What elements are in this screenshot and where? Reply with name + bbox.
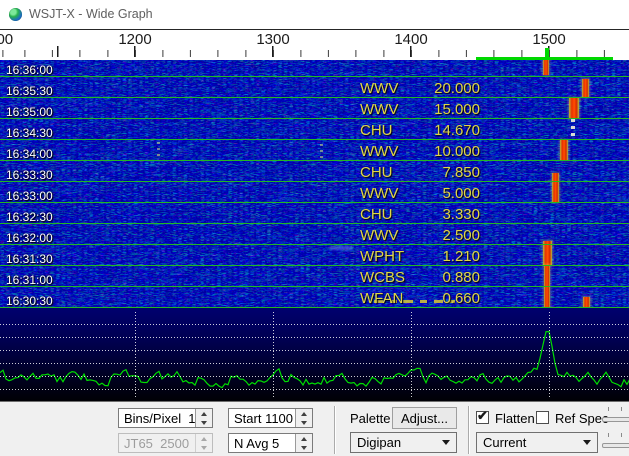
station-label: CHU7.850 xyxy=(360,166,480,180)
period-separator xyxy=(0,97,629,98)
time-label: 16:32:30 xyxy=(6,211,53,223)
gridline-vertical xyxy=(411,312,412,398)
gridline-horizontal xyxy=(0,350,629,351)
ref-spec-label: Ref Spec xyxy=(555,411,608,426)
slider-tick xyxy=(608,407,609,411)
station-label: WCBS0.880 xyxy=(360,271,480,285)
station-label: WWV10.000 xyxy=(360,145,480,159)
gridline-horizontal xyxy=(0,389,629,390)
period-separator xyxy=(0,265,629,266)
bins-per-pixel-spinbox[interactable]: Bins/Pixel 1 xyxy=(118,408,213,428)
signal-stripe xyxy=(582,79,589,97)
signal-stripe xyxy=(543,60,549,75)
ref-spec-checkbox[interactable] xyxy=(536,411,549,424)
spin-down-icon[interactable] xyxy=(196,418,212,427)
spin-down-icon xyxy=(196,443,212,452)
station-label: CHU3.330 xyxy=(360,208,480,222)
title-bar[interactable]: WSJT-X - Wide Graph xyxy=(0,0,629,29)
station-label: WWV5.000 xyxy=(360,187,480,201)
period-separator xyxy=(0,244,629,245)
gridline-horizontal xyxy=(0,337,629,338)
time-label: 16:33:00 xyxy=(6,190,53,202)
period-separator xyxy=(0,307,629,308)
spectrum-plot[interactable] xyxy=(0,308,629,401)
control-panel: Bins/Pixel 1 Start 1100 Hz JT65 2500 JT9… xyxy=(0,401,629,456)
rx-frequency-marker xyxy=(545,48,549,60)
n-avg-spinbox[interactable]: N Avg 5 xyxy=(228,433,313,453)
time-label: 16:35:00 xyxy=(6,106,53,118)
slider-tick xyxy=(621,433,622,437)
spectrum-trace xyxy=(0,308,629,401)
gain-slider[interactable] xyxy=(602,417,629,422)
station-label: WPHT1.210 xyxy=(360,250,480,264)
signal-stripe xyxy=(560,140,568,160)
zero-slider[interactable] xyxy=(602,443,629,448)
station-label: CHU14.670 xyxy=(360,124,480,138)
gridline-vertical xyxy=(135,312,136,398)
palette-adjust-button[interactable]: Adjust... xyxy=(392,407,457,429)
checkmark-icon: ✔ xyxy=(477,408,488,424)
gridline-horizontal xyxy=(0,376,629,377)
spectrum-display-combobox[interactable]: Current xyxy=(476,432,598,453)
signal-stripe xyxy=(552,173,559,202)
signal-stripe-weak xyxy=(571,119,575,139)
slider-tick xyxy=(608,433,609,437)
group-separator xyxy=(334,406,335,454)
palette-combobox[interactable]: Digipan xyxy=(350,432,457,453)
time-label: 16:31:30 xyxy=(6,253,53,265)
station-label: WWV20.000 xyxy=(360,82,480,96)
signal-trace-faint xyxy=(157,142,160,159)
wide-graph-window: WSJT-X - Wide Graph 1100 1200 1300 1400 … xyxy=(0,0,629,456)
period-separator xyxy=(0,160,629,161)
time-label: 16:34:00 xyxy=(6,148,53,160)
group-separator xyxy=(468,406,469,454)
station-label: WWV15.000 xyxy=(360,103,480,117)
time-label: 16:36:00 xyxy=(6,64,53,76)
chevron-down-icon xyxy=(577,440,597,445)
spin-up-icon[interactable] xyxy=(296,409,312,418)
signal-stripe xyxy=(569,98,579,118)
start-frequency-spinbox[interactable]: Start 1100 Hz xyxy=(228,408,313,428)
period-separator xyxy=(0,76,629,77)
period-separator xyxy=(0,118,629,119)
gridline-horizontal xyxy=(0,363,629,364)
waterfall-display[interactable]: 16:36:00 16:35:30 16:35:00 16:34:30 16:3… xyxy=(0,60,629,308)
scale-tick-marks xyxy=(0,46,629,57)
flatten-checkbox[interactable]: ✔ xyxy=(476,411,489,424)
palette-label: Palette xyxy=(350,411,390,426)
period-separator xyxy=(0,139,629,140)
station-label: WWV2.500 xyxy=(360,229,480,243)
period-separator xyxy=(0,223,629,224)
station-label: WFAN0.660 xyxy=(360,292,480,306)
spin-down-icon[interactable] xyxy=(296,418,312,427)
spin-up-icon[interactable] xyxy=(296,434,312,443)
gridline-vertical xyxy=(273,312,274,398)
slider-tick xyxy=(621,407,622,411)
jt65-jt9-split-spinbox: JT65 2500 JT9 xyxy=(118,433,213,453)
time-label: 16:33:30 xyxy=(6,169,53,181)
signal-trace-faint xyxy=(320,144,323,159)
flatten-label: Flatten xyxy=(495,411,535,426)
time-label: 16:32:00 xyxy=(6,232,53,244)
frequency-scale[interactable]: 1100 1200 1300 1400 1500 xyxy=(0,29,629,60)
period-separator xyxy=(0,181,629,182)
period-separator xyxy=(0,286,629,287)
time-label: 16:35:30 xyxy=(6,85,53,97)
period-separator xyxy=(0,202,629,203)
time-label: 16:30:30 xyxy=(6,295,53,307)
noise-smudge xyxy=(330,246,352,250)
gridline-horizontal xyxy=(0,324,629,325)
window-title: WSJT-X - Wide Graph xyxy=(29,7,153,21)
spin-down-icon[interactable] xyxy=(296,443,312,452)
wsjtx-globe-icon xyxy=(9,8,22,21)
gridline-vertical xyxy=(549,312,550,398)
spin-up-icon xyxy=(196,434,212,443)
chevron-down-icon xyxy=(436,440,456,445)
time-label: 16:34:30 xyxy=(6,127,53,139)
spin-up-icon[interactable] xyxy=(196,409,212,418)
time-label: 16:31:00 xyxy=(6,274,53,286)
